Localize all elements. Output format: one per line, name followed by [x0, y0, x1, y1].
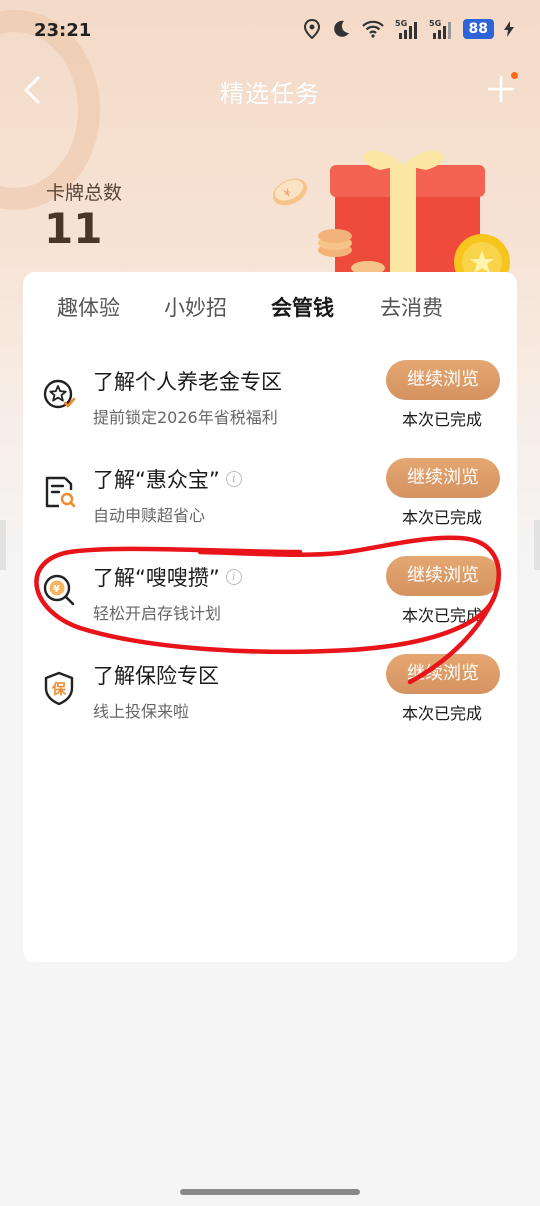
svg-text:5G: 5G [395, 19, 407, 28]
location-icon [303, 19, 320, 39]
category-tabs: 趣体验 小妙招 会管钱 去消费 [23, 292, 517, 332]
tab-huiguanqian[interactable]: 会管钱 [271, 292, 334, 322]
svg-text:¥: ¥ [53, 584, 60, 595]
plus-button[interactable] [486, 74, 516, 104]
tab-xiaomiaozhao[interactable]: 小妙招 [164, 292, 227, 322]
task-item: ¥ 了解“嗖嗖攒” i 轻松开启存钱计划 继续浏览 本次已完成 [23, 556, 517, 646]
svg-text:5G: 5G [429, 19, 441, 28]
notification-dot [511, 72, 518, 79]
task-title: 了解保险专区 [93, 664, 219, 688]
card-total-label: 卡牌总数 [46, 182, 123, 204]
task-title: 了解“嗖嗖攒” i [93, 562, 242, 592]
task-title: 了解个人养老金专区 [93, 370, 282, 394]
task-subtitle: 线上投保来啦 [93, 702, 190, 721]
status-bar: 23:21 5G 5G 88 [0, 0, 540, 60]
home-indicator[interactable] [180, 1189, 360, 1195]
status-icons: 5G 5G 88 [303, 18, 514, 40]
task-subtitle: 轻松开启存钱计划 [93, 604, 222, 623]
task-subtitle: 自动申赎超省心 [93, 506, 206, 525]
insurance-shield-icon: 保 [44, 671, 74, 706]
task-subtitle: 提前锁定2026年省税福利 [93, 408, 278, 427]
task-item: 了解“惠众宝” i 自动申赎超省心 继续浏览 本次已完成 [23, 458, 517, 548]
right-edge-handle [534, 520, 540, 570]
info-icon[interactable]: i [225, 569, 242, 585]
card-total-count: 11 [44, 204, 103, 253]
task-item: 了解个人养老金专区 提前锁定2026年省税福利 继续浏览 本次已完成 [23, 360, 517, 450]
info-icon[interactable]: i [225, 471, 242, 487]
task-panel: 趣体验 小妙招 会管钱 去消费 了解个人养老金专区 提前锁定2026年省税福利 … [23, 272, 517, 962]
document-search-icon [45, 476, 76, 508]
task-status: 本次已完成 [402, 508, 483, 527]
tab-quxiaofei[interactable]: 去消费 [380, 292, 443, 322]
task-status: 本次已完成 [402, 704, 483, 723]
task-status: 本次已完成 [402, 606, 483, 625]
signal-5g-icon: 5G [395, 19, 417, 39]
battery-icon: 88 [462, 19, 494, 39]
continue-browsing-button[interactable]: 继续浏览 [386, 654, 500, 694]
page-title: 精选任务 [220, 80, 320, 108]
yuan-search-icon: ¥ [43, 574, 75, 606]
moon-icon [333, 20, 349, 37]
left-edge-handle [0, 520, 6, 570]
continue-browsing-button[interactable]: 继续浏览 [386, 556, 500, 596]
svg-text:保: 保 [51, 681, 67, 698]
star-badge-icon [43, 379, 76, 409]
task-item: 保 了解保险专区 线上投保来啦 继续浏览 本次已完成 [23, 654, 517, 744]
task-status: 本次已完成 [402, 410, 483, 429]
tab-qutiyan[interactable]: 趣体验 [57, 292, 120, 322]
continue-browsing-button[interactable]: 继续浏览 [386, 360, 500, 400]
continue-browsing-button[interactable]: 继续浏览 [386, 458, 500, 498]
task-title: 了解“惠众宝” i [93, 464, 242, 494]
status-time: 23:21 [34, 20, 92, 41]
signal-5g-icon: 5G [429, 19, 451, 39]
charging-icon [504, 21, 514, 37]
wifi-icon [361, 20, 384, 38]
nav-bar: 精选任务 [0, 60, 540, 120]
gift-illustration: ¥ [272, 150, 510, 280]
